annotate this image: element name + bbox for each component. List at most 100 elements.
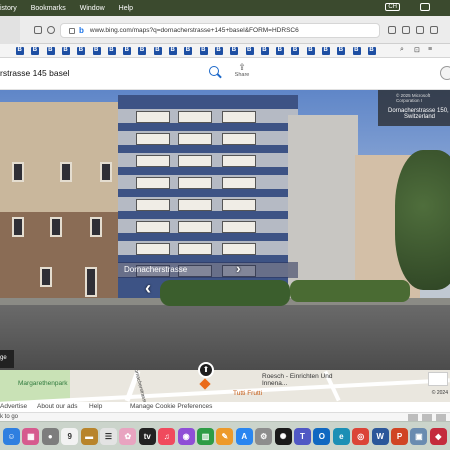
- streetside-country: Switzerland: [404, 114, 436, 120]
- share-label: Share: [234, 72, 250, 78]
- pages-icon[interactable]: ✎: [216, 428, 234, 445]
- dock: ☺ ▦ ● 9 ▬ ☰ ✿ tv ♫ ◉ ▥ ✎ A ⚙ ✺ T Oe ◎ W P ▣ ◆: [0, 421, 450, 450]
- bookmark-item[interactable]: [291, 47, 300, 55]
- footer-about-ads-link[interactable]: About our ads: [37, 403, 77, 410]
- bookmark-item[interactable]: [352, 47, 361, 55]
- streetside-info: © 2025 Microsoft Corporation I Dornacher…: [378, 90, 450, 126]
- footer-help-link[interactable]: Help: [89, 403, 102, 410]
- status-icon: [422, 414, 432, 421]
- menu-window[interactable]: Window: [80, 5, 105, 12]
- appletv-icon[interactable]: tv: [138, 428, 156, 445]
- extensions-icon[interactable]: [430, 26, 438, 34]
- bookmark-item[interactable]: [107, 47, 116, 55]
- maps-header: rstrasse 145 basel ⇪ Share: [0, 58, 450, 90]
- bookmark-item[interactable]: [46, 47, 55, 55]
- bookmark-item[interactable]: [337, 47, 346, 55]
- address-bar[interactable]: b www.bing.com/maps?q=dornacherstrasse+1…: [60, 23, 380, 38]
- streetside-view[interactable]: Dornacherstrasse ‹ › © 2025 Microsoft Co…: [0, 90, 450, 370]
- minimap-copyright: © 2024: [431, 390, 448, 396]
- search-icon[interactable]: [209, 66, 219, 76]
- photos-icon[interactable]: ✿: [119, 428, 137, 445]
- bookmark-item[interactable]: [367, 47, 376, 55]
- back-icon[interactable]: [34, 26, 42, 34]
- minimap-expand-button[interactable]: [428, 372, 448, 386]
- building-left: [0, 102, 125, 302]
- footer-cookie-link[interactable]: Manage Cookie Preferences: [130, 403, 212, 410]
- tabs-overview-icon[interactable]: [416, 26, 424, 34]
- lock-icon: [69, 27, 75, 34]
- tree: [395, 150, 450, 290]
- outlook-icon[interactable]: O: [313, 428, 331, 445]
- bookmark-item[interactable]: [276, 47, 285, 55]
- launchpad-icon[interactable]: ▦: [22, 428, 40, 445]
- word-icon[interactable]: W: [371, 428, 389, 445]
- menubar-status: CH: [385, 3, 444, 11]
- search-input[interactable]: rstrasse 145 basel: [0, 68, 69, 78]
- bookmark-item[interactable]: [169, 47, 177, 55]
- menu-icon[interactable]: ≡: [428, 46, 432, 53]
- share-button[interactable]: ⇪ Share: [233, 62, 251, 78]
- numbers-icon[interactable]: ▥: [197, 428, 214, 445]
- minimap-park-label: Margarethenpark: [18, 380, 68, 387]
- bookmark-item[interactable]: [16, 47, 24, 55]
- bookmark-item[interactable]: [199, 47, 208, 55]
- menu-bookmarks[interactable]: Bookmarks: [31, 5, 66, 12]
- control-center-icon[interactable]: [420, 3, 430, 11]
- finder-icon[interactable]: ☺: [3, 428, 20, 445]
- notes-icon[interactable]: ▬: [80, 428, 98, 445]
- compass-icon[interactable]: ⬆: [198, 362, 214, 378]
- bookmark-item[interactable]: [230, 47, 239, 55]
- bookmark-item[interactable]: [92, 47, 101, 55]
- minimap[interactable]: Margarethenpark Dornacherstrasse Roesch …: [0, 370, 450, 402]
- music-icon[interactable]: ♫: [158, 428, 176, 445]
- bookmark-item[interactable]: [184, 47, 193, 55]
- preview-icon[interactable]: ▣: [410, 428, 428, 445]
- bookmark-icon[interactable]: ⊡: [414, 46, 420, 54]
- calendar-icon[interactable]: 9: [61, 428, 79, 445]
- edge-icon[interactable]: e: [332, 428, 350, 445]
- menu-help[interactable]: Help: [119, 5, 133, 12]
- share-icon: ⇪: [238, 62, 246, 72]
- browser-toolbar: b www.bing.com/maps?q=dornacherstrasse+1…: [0, 16, 450, 44]
- system-icon[interactable]: ●: [41, 428, 59, 445]
- avatar[interactable]: [440, 66, 450, 80]
- powerpoint-icon[interactable]: P: [391, 428, 408, 445]
- bookmark-item[interactable]: [153, 47, 162, 55]
- privacy-icon[interactable]: [47, 26, 55, 34]
- bing-logo-icon: b: [79, 26, 84, 35]
- bookmark-item[interactable]: [138, 47, 147, 55]
- nav-left-icon[interactable]: ‹: [145, 278, 151, 299]
- hedge: [160, 280, 290, 306]
- footer-advertise-link[interactable]: Advertise: [0, 403, 27, 410]
- input-source-indicator[interactable]: CH: [385, 3, 400, 11]
- share-page-icon[interactable]: [388, 26, 396, 34]
- sidebar-toggle[interactable]: [0, 16, 20, 44]
- building-right: [288, 115, 358, 300]
- podcasts-icon[interactable]: ◉: [177, 428, 195, 445]
- appstore-icon[interactable]: A: [235, 428, 253, 445]
- bookmark-item[interactable]: [123, 47, 132, 55]
- bookmark-item[interactable]: [245, 47, 254, 55]
- address-url[interactable]: www.bing.com/maps?q=dornacherstrasse+145…: [90, 27, 299, 34]
- bookmark-item[interactable]: [214, 47, 223, 55]
- settings-icon[interactable]: ⚙: [255, 428, 273, 445]
- chatgpt-icon[interactable]: ✺: [274, 428, 292, 445]
- bookmark-item[interactable]: [306, 47, 315, 55]
- status-bar: k to go: [0, 412, 450, 421]
- nav-right-icon[interactable]: ›: [236, 260, 241, 276]
- footer-links: Advertise About our ads Help Manage Cook…: [0, 402, 450, 412]
- bookmark-item[interactable]: [77, 47, 86, 55]
- menu-history[interactable]: istory: [0, 5, 17, 12]
- chrome-icon[interactable]: ◎: [352, 428, 370, 445]
- reminders-icon[interactable]: ☰: [100, 428, 117, 445]
- map-toggle-button[interactable]: ge: [0, 350, 14, 368]
- bookmark-item[interactable]: [61, 47, 70, 55]
- minimap-business-label: Roesch - Einrichten Und Innena...: [262, 373, 333, 387]
- bookmark-item[interactable]: [31, 47, 40, 55]
- search-icon[interactable]: ⌕: [400, 46, 404, 54]
- teams-icon[interactable]: T: [294, 428, 311, 445]
- add-tab-icon[interactable]: [402, 26, 410, 34]
- bookmark-item[interactable]: [322, 47, 330, 55]
- app-icon[interactable]: ◆: [429, 428, 447, 445]
- bookmark-item[interactable]: [260, 47, 269, 55]
